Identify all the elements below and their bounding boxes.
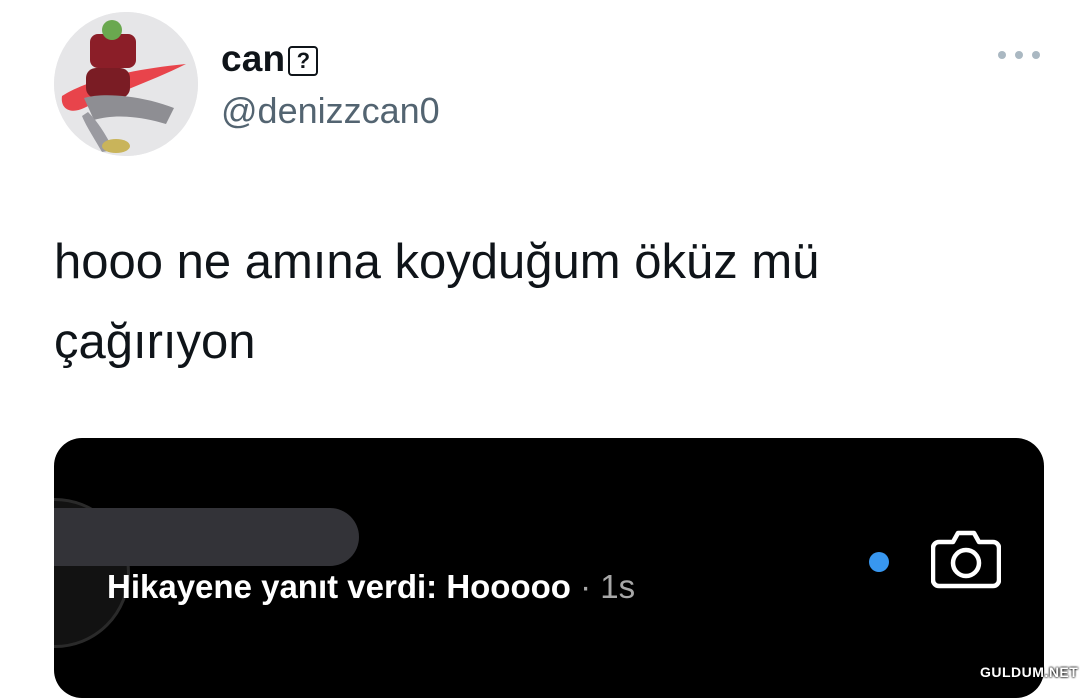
avatar-image — [54, 12, 198, 156]
more-horizontal-icon — [998, 51, 1006, 59]
redacted-username-bar — [54, 508, 359, 566]
tweet-text: hooo ne amına koyduğum öküz mü çağırıyon — [54, 235, 820, 369]
author-name-row[interactable]: can ? — [221, 38, 319, 80]
display-name[interactable]: can — [221, 38, 285, 80]
more-options-button[interactable] — [998, 42, 1040, 68]
unread-dot — [869, 552, 889, 572]
camera-icon — [930, 530, 1002, 589]
story-reply-separator: · — [570, 568, 601, 605]
story-reply-message: Hikayene yanıt verdi: Hooooo — [107, 568, 571, 605]
unsupported-emoji-glyph: ? — [288, 46, 319, 76]
camera-button[interactable] — [930, 528, 1002, 590]
more-horizontal-icon — [1015, 51, 1023, 59]
story-reply-time: 1s — [600, 568, 636, 605]
avatar[interactable] — [54, 12, 198, 156]
user-handle[interactable]: @denizzcan0 — [221, 90, 440, 132]
story-reply-line: Hikayene yanıt verdi: Hooooo · 1s — [107, 568, 635, 606]
more-horizontal-icon — [1032, 51, 1040, 59]
story-reply-card[interactable]: Hikayene yanıt verdi: Hooooo · 1s — [54, 438, 1044, 698]
watermark: GULDUM.NET — [980, 664, 1079, 680]
